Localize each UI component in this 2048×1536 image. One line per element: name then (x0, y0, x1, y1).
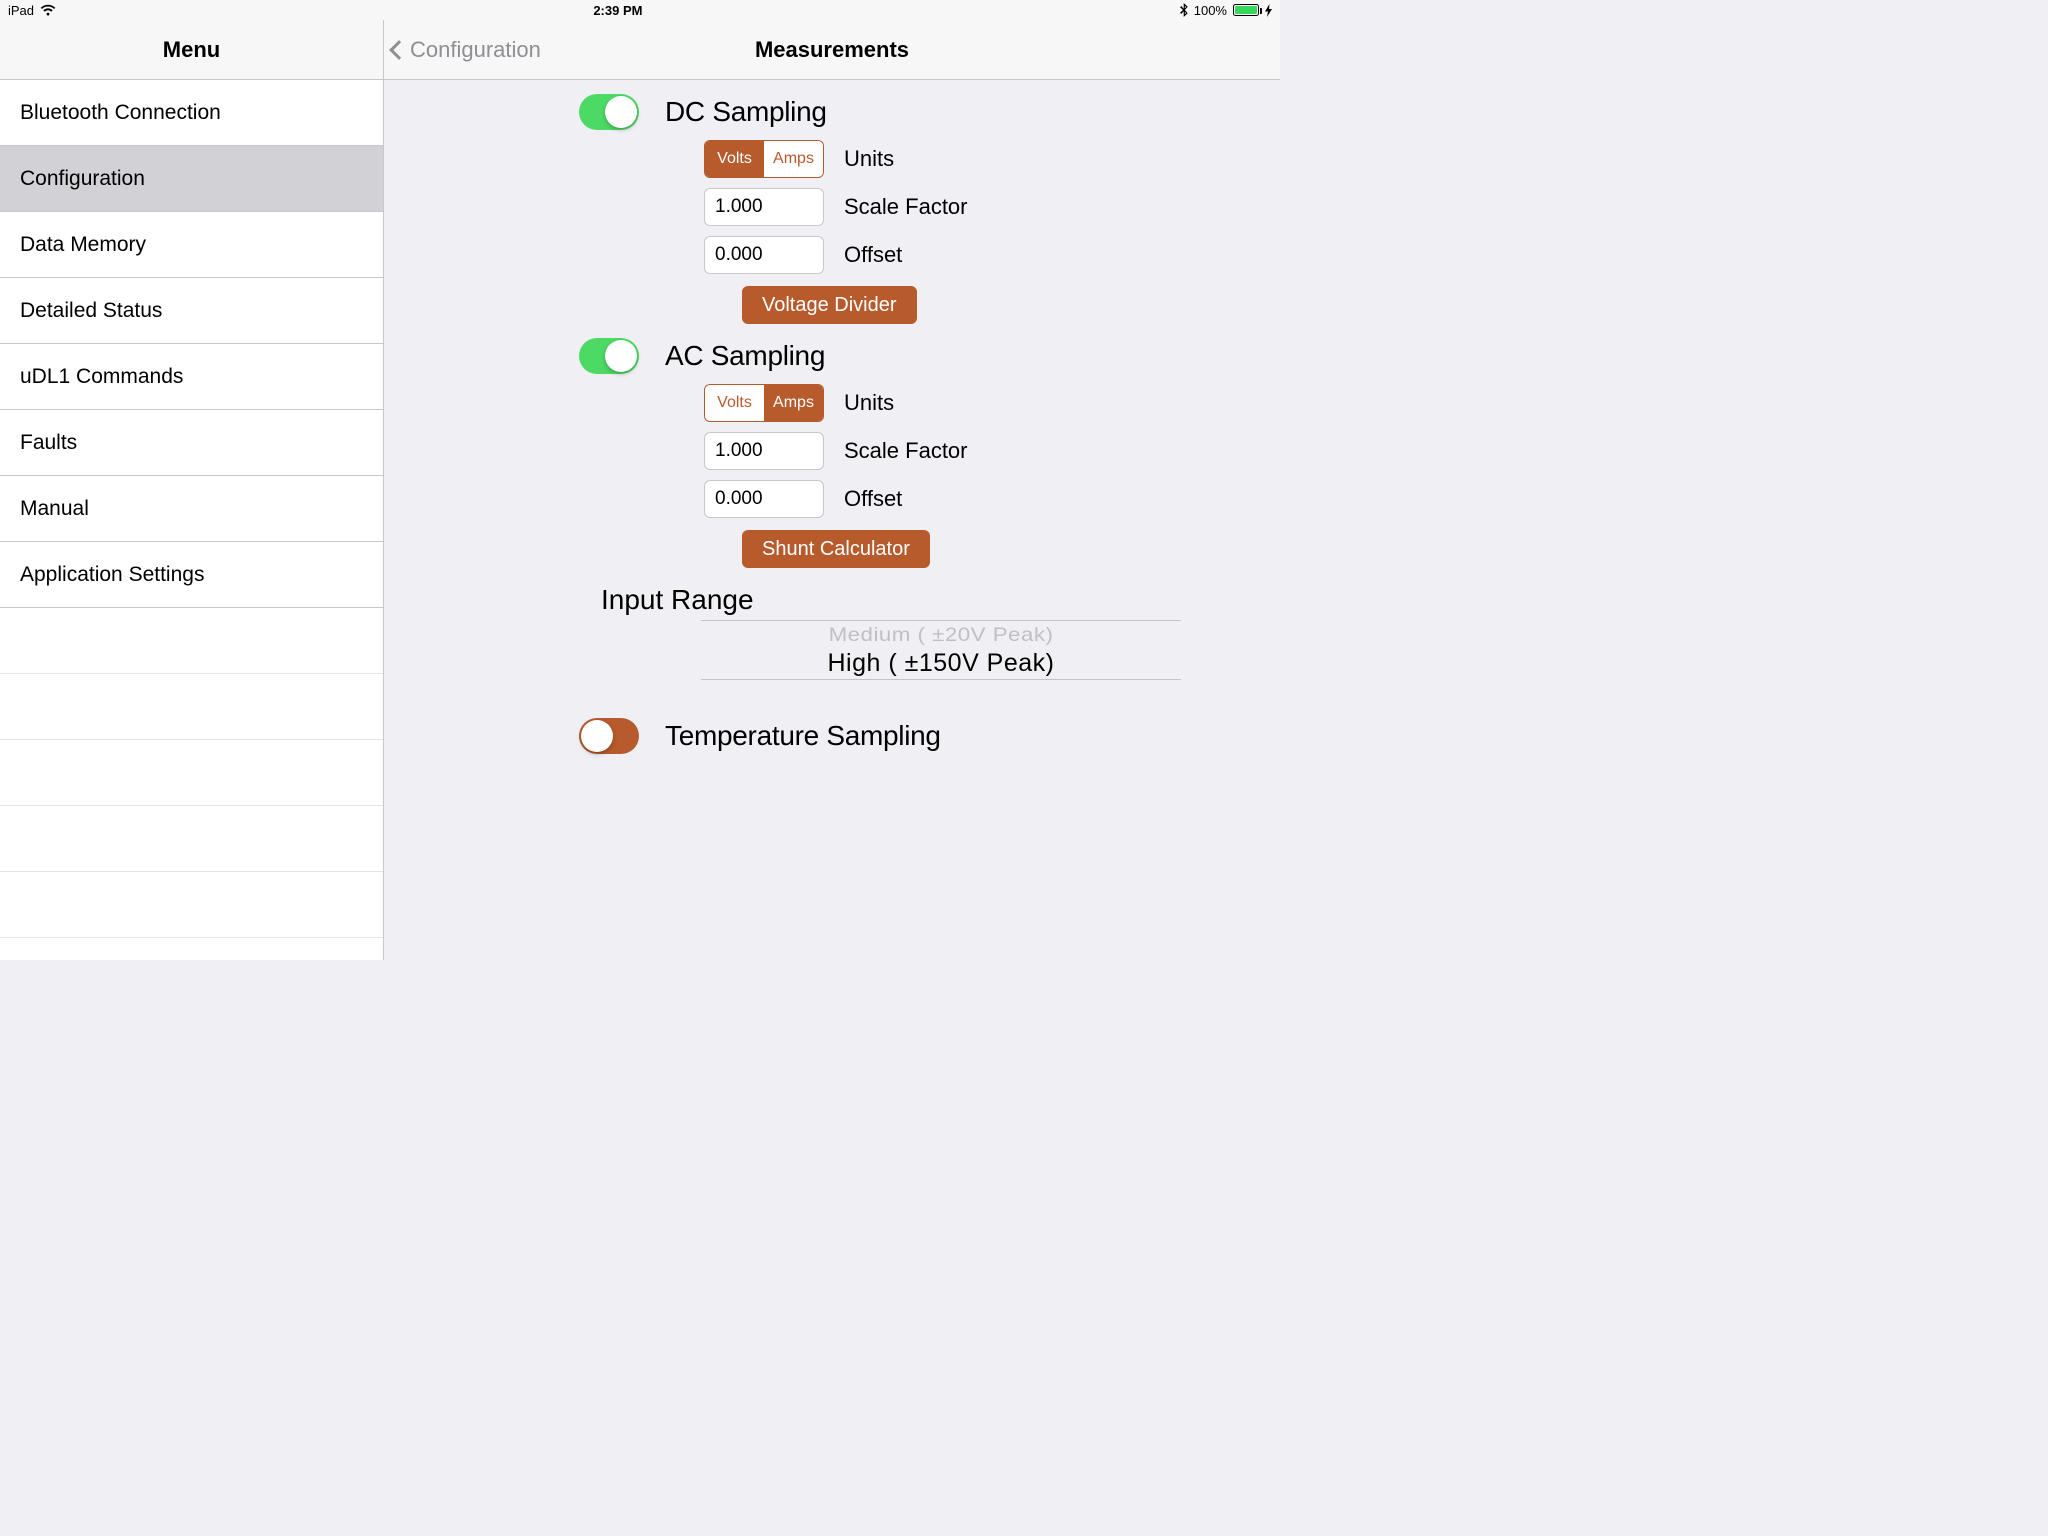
sidebar-item-bluetooth-connection[interactable]: Bluetooth Connection (0, 80, 383, 146)
sidebar-item-detailed-status[interactable]: Detailed Status (0, 278, 383, 344)
sidebar-item-label: Configuration (20, 167, 145, 191)
bluetooth-icon (1180, 3, 1188, 17)
sidebar-list: Bluetooth Connection Configuration Data … (0, 80, 383, 960)
detail-pane: Configuration Measurements DC Sampling V… (384, 20, 1280, 960)
ac-scale-factor-input[interactable] (704, 432, 824, 470)
input-range-label: Input Range (601, 584, 1280, 616)
back-label: Configuration (410, 37, 541, 63)
sidebar-item-label: Bluetooth Connection (20, 101, 221, 125)
ac-sampling-toggle[interactable] (579, 338, 639, 374)
sidebar-item-empty (0, 872, 383, 938)
sidebar-item-label: Manual (20, 497, 89, 521)
sidebar-item-empty (0, 806, 383, 872)
ac-units-segment[interactable]: Volts Amps (704, 384, 824, 422)
ac-units-amps[interactable]: Amps (764, 385, 823, 421)
sidebar-item-label: Faults (20, 431, 77, 455)
status-time: 2:39 PM (593, 3, 642, 18)
ac-scale-factor-label: Scale Factor (844, 438, 968, 464)
dc-units-amps[interactable]: Amps (764, 141, 823, 177)
device-label: iPad (8, 3, 34, 18)
page-title: Measurements (755, 37, 909, 63)
sidebar-item-label: Data Memory (20, 233, 146, 257)
dc-units-label: Units (844, 146, 894, 172)
ac-units-label: Units (844, 390, 894, 416)
input-range-option-selected[interactable]: High ( ±150V Peak) (701, 647, 1181, 679)
dc-scale-factor-input[interactable] (704, 188, 824, 226)
sidebar-item-udl1-commands[interactable]: uDL1 Commands (0, 344, 383, 410)
sidebar-title: Menu (0, 20, 383, 80)
battery-pct: 100% (1194, 3, 1227, 18)
ac-sampling-title: AC Sampling (665, 340, 825, 372)
sidebar-item-faults[interactable]: Faults (0, 410, 383, 476)
dc-sampling-title: DC Sampling (665, 96, 827, 128)
sidebar-item-manual[interactable]: Manual (0, 476, 383, 542)
detail-header: Configuration Measurements (384, 20, 1280, 80)
dc-offset-input[interactable] (704, 236, 824, 274)
voltage-divider-button[interactable]: Voltage Divider (742, 286, 917, 324)
status-bar: iPad 2:39 PM 100% (0, 0, 1280, 20)
sidebar-item-label: uDL1 Commands (20, 365, 183, 389)
battery-icon (1233, 4, 1259, 16)
sidebar: Menu Bluetooth Connection Configuration … (0, 20, 384, 960)
input-range-picker[interactable]: Medium ( ±20V Peak) High ( ±150V Peak) (701, 620, 1181, 680)
ac-offset-input[interactable] (704, 480, 824, 518)
sidebar-item-empty (0, 674, 383, 740)
dc-units-volts[interactable]: Volts (705, 141, 764, 177)
charging-icon (1265, 4, 1272, 17)
dc-units-segment[interactable]: Volts Amps (704, 140, 824, 178)
back-button[interactable]: Configuration (392, 20, 541, 79)
wifi-icon (40, 4, 56, 16)
ac-offset-label: Offset (844, 486, 902, 512)
temperature-sampling-title: Temperature Sampling (665, 720, 941, 752)
sidebar-item-label: Detailed Status (20, 299, 162, 323)
dc-scale-factor-label: Scale Factor (844, 194, 968, 220)
sidebar-item-data-memory[interactable]: Data Memory (0, 212, 383, 278)
sidebar-item-application-settings[interactable]: Application Settings (0, 542, 383, 608)
temperature-sampling-toggle[interactable] (579, 718, 639, 754)
sidebar-item-empty (0, 740, 383, 806)
sidebar-item-configuration[interactable]: Configuration (0, 146, 383, 212)
sidebar-item-label: Application Settings (20, 563, 204, 587)
ac-units-volts[interactable]: Volts (705, 385, 764, 421)
input-range-option-prev[interactable]: Medium ( ±20V Peak) (708, 623, 1174, 645)
dc-offset-label: Offset (844, 242, 902, 268)
shunt-calculator-button[interactable]: Shunt Calculator (742, 530, 930, 568)
chevron-left-icon (389, 40, 409, 60)
sidebar-item-empty (0, 608, 383, 674)
dc-sampling-toggle[interactable] (579, 94, 639, 130)
